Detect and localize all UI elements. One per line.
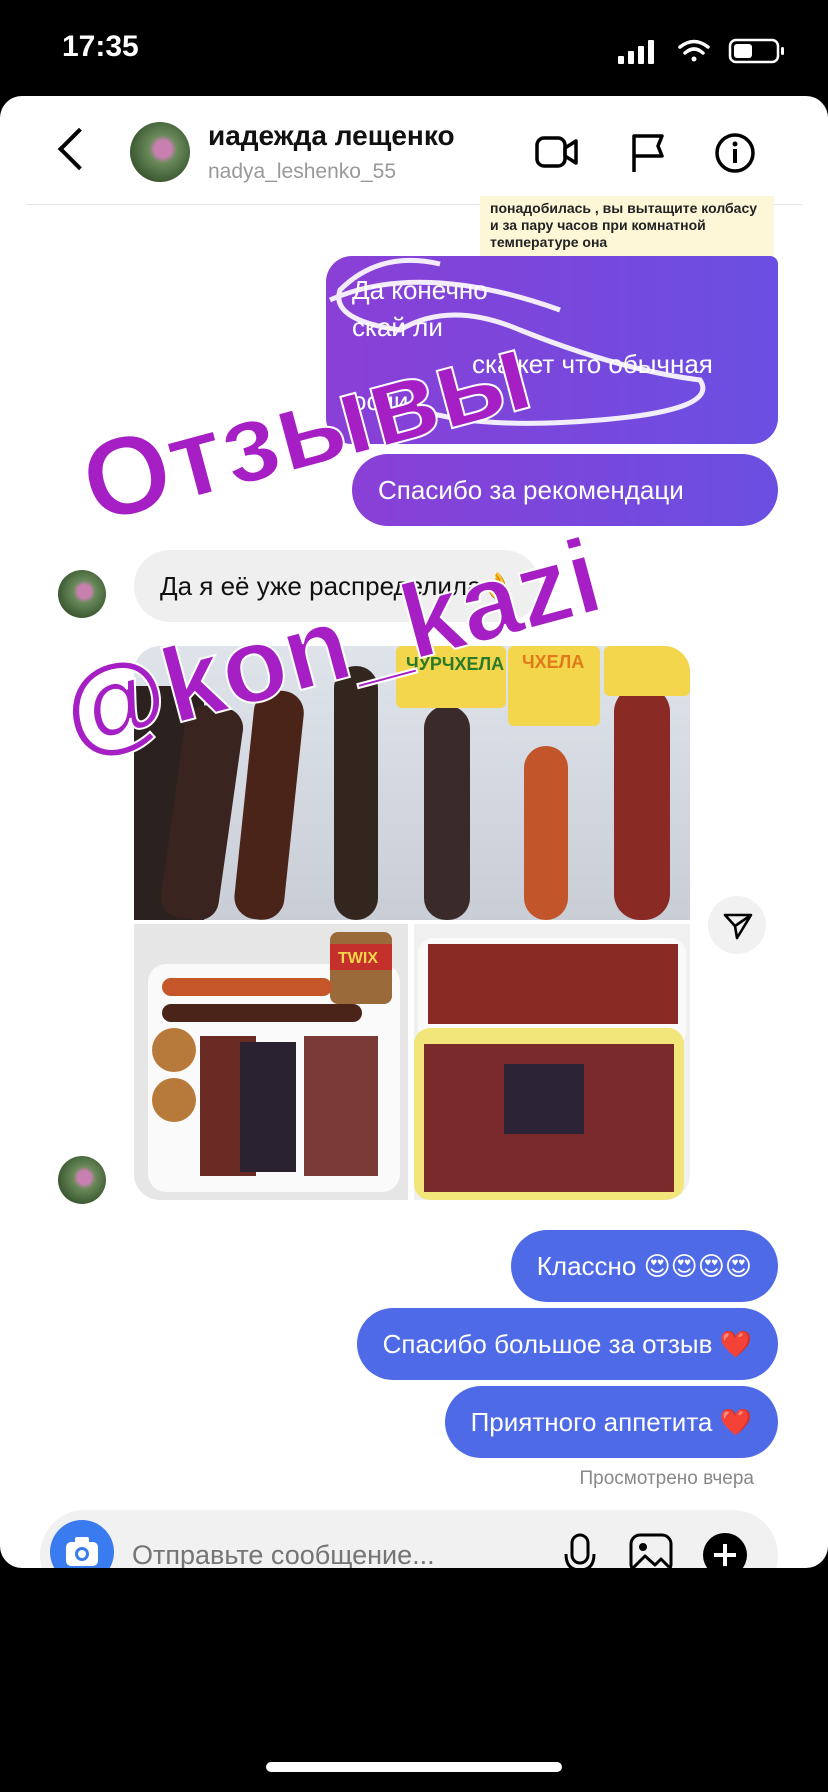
overlay-handle: @kon_kazi — [50, 516, 613, 773]
home-indicator — [266, 1762, 562, 1772]
overlay-title: Отзывы — [69, 308, 544, 547]
story-overlay: Отзывы @kon_kazi — [49, 257, 706, 774]
